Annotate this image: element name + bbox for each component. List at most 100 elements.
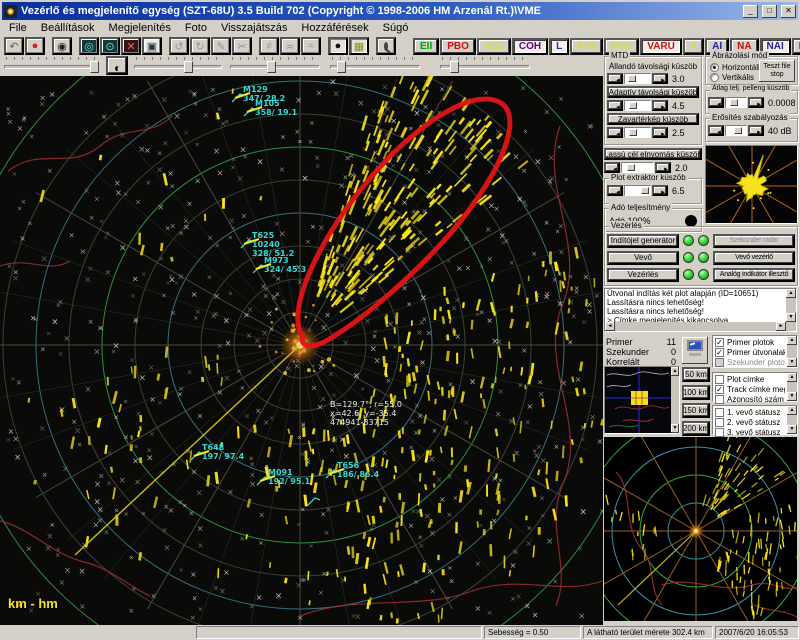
checkbox-azonos-t-sz-m[interactable]: Azonosító szám (715, 394, 785, 404)
slider-thumb[interactable] (730, 99, 738, 106)
scroll-up-icon[interactable]: ▲ (671, 367, 679, 376)
camera-icon[interactable]: ◉ (52, 37, 72, 55)
control-right-button-1[interactable]: Vevő vezérlő (713, 251, 795, 265)
cluttermap-threshold-slider[interactable]: ◄►2.5 (607, 126, 699, 139)
titlebar[interactable]: Vezérlő és megjelenítő egység (SZT-68U) … (2, 2, 798, 20)
video-slider-0[interactable] (4, 56, 98, 76)
log-hscrollbar[interactable]: ◄ ► (605, 322, 786, 331)
slider-track[interactable] (725, 97, 747, 108)
slider-track[interactable] (725, 125, 747, 136)
radar-display[interactable]: ××××××××××××××××××××××××××××××××××××××××… (0, 76, 603, 625)
scroll-down-icon[interactable]: ▼ (787, 358, 797, 367)
radio-vertical-dot[interactable] (710, 73, 719, 82)
scroll-up-icon[interactable]: ▲ (786, 289, 796, 298)
avg-power-threshold-slider[interactable]: ◄►0.0008 (708, 96, 795, 109)
control-left-button-0[interactable]: Indítójel generátor (607, 234, 679, 248)
video-slider-4[interactable] (330, 56, 420, 76)
window-icon[interactable]: ▣ (142, 37, 162, 55)
slider-thumb[interactable] (734, 127, 742, 134)
arrow-right-icon[interactable]: ► (748, 125, 764, 136)
magnifier-icon[interactable] (376, 37, 396, 55)
mode-button-pbo[interactable]: PBO (440, 38, 476, 55)
track-split-icon[interactable]: ≠ (259, 37, 279, 55)
scroll-down-icon[interactable]: ▼ (787, 425, 797, 434)
mode-button-asz[interactable]: ASZ (477, 38, 511, 55)
log-vscrollbar[interactable]: ▲ ▼ (786, 289, 796, 331)
menu-item-megjelenítés[interactable]: Megjelenítés (102, 21, 178, 35)
arrow-left-icon[interactable]: ◄ (708, 97, 724, 108)
video-slider-2[interactable] (134, 56, 222, 76)
arrow-left-icon[interactable]: ◄ (607, 73, 623, 84)
range-button-200km[interactable]: 200 km (682, 421, 710, 436)
checkbox-box[interactable]: ✓ (715, 338, 724, 347)
event-log[interactable]: Útvonal indítás két plot alapján (ID=106… (604, 288, 797, 332)
track-merge-icon[interactable]: ≍ (280, 37, 300, 55)
const-range-threshold-slider[interactable]: ◄►3.0 (607, 72, 699, 85)
slider-thumb[interactable] (450, 61, 459, 73)
arrow-left-icon[interactable]: ◄ (607, 100, 623, 111)
slider-track[interactable] (624, 100, 651, 111)
track-link-icon[interactable]: ≈ (301, 37, 321, 55)
map-overview[interactable]: ▲ ▼ (604, 366, 680, 434)
checkbox-box[interactable]: ✓ (715, 348, 724, 357)
scroll-down-icon[interactable]: ▼ (787, 392, 797, 401)
checkbox-primer-plotok[interactable]: ✓Primer plotok (715, 337, 785, 347)
checkbox-primer-tvonalak[interactable]: ✓Primer útvonalak (715, 347, 785, 357)
checkbox-box[interactable] (715, 395, 724, 404)
checkbox-box[interactable] (715, 418, 724, 427)
list-scrollbar[interactable]: ▲▼ (787, 336, 797, 367)
contrast-button[interactable]: ◐ (106, 56, 128, 75)
video-slider-3[interactable] (230, 56, 320, 76)
mini-radar-display[interactable] (604, 437, 797, 621)
route-edit-icon[interactable]: ✎ (211, 37, 231, 55)
menu-item-file[interactable]: File (2, 21, 34, 35)
map-scrollbar[interactable]: ▲ ▼ (671, 367, 679, 433)
arrow-right-icon[interactable]: ► (652, 100, 668, 111)
slider-thumb[interactable] (90, 61, 99, 73)
slider-track[interactable] (624, 73, 651, 84)
range-button-50km[interactable]: 50 km (682, 367, 710, 382)
mode-button-prm[interactable]: PrM (570, 38, 603, 55)
scope-b-icon[interactable]: ⊙ (100, 37, 120, 55)
arrow-right-icon[interactable]: ► (748, 97, 764, 108)
mode-button-coh[interactable]: COH (512, 38, 548, 55)
slider-track[interactable] (624, 185, 651, 196)
checkbox-box[interactable] (715, 408, 724, 417)
menu-item-beállítások[interactable]: Beállítások (34, 21, 102, 35)
radio-horizontal-dot[interactable] (710, 63, 719, 72)
ppi-icon[interactable]: ● (328, 37, 348, 55)
slider-thumb[interactable] (629, 102, 637, 109)
scroll-left-icon[interactable]: ◄ (605, 322, 615, 331)
adaptive-range-threshold-slider[interactable]: ◄►4.5 (607, 99, 699, 112)
mode-button-l[interactable]: L (549, 38, 569, 55)
gain-control-slider[interactable]: ◄►40 dB (708, 124, 795, 137)
slider-thumb[interactable] (337, 61, 346, 73)
radio-vertical[interactable]: Vertikális (710, 72, 764, 82)
close-button[interactable]: ✕ (781, 5, 796, 18)
control-left-button-1[interactable]: Vevő (607, 251, 679, 265)
arrow-right-icon[interactable]: ► (652, 185, 668, 196)
grid-icon[interactable]: ▦ (349, 37, 369, 55)
minimize-button[interactable]: _ (743, 5, 758, 18)
menu-item-visszajátszás[interactable]: Visszajátszás (214, 21, 294, 35)
checkbox-box[interactable] (715, 358, 724, 367)
arrow-right-icon[interactable]: ► (655, 162, 671, 173)
radar-scope[interactable]: ××××××××××××××××××××××××××××××××××××××××… (0, 76, 603, 625)
slow-target-threshold-button[interactable]: Lassú cél elnyomás küszöb (604, 148, 702, 160)
scroll-down-icon[interactable]: ▼ (786, 313, 796, 322)
workstation-button[interactable] (682, 337, 708, 364)
list-scrollbar[interactable]: ▲▼ (787, 373, 797, 401)
range-button-100km[interactable]: 100 km (682, 385, 710, 400)
checkbox-3-vev-st-tusz[interactable]: 3. vevő státusz (715, 427, 785, 437)
menu-item-súgó[interactable]: Súgó (376, 21, 416, 35)
checkbox-track-c-mke-megjel-[interactable]: ✓Track címke megjel. (715, 384, 785, 394)
slider-thumb[interactable] (628, 75, 636, 82)
rotate-left-icon[interactable]: ↺ (169, 37, 189, 55)
route-cut-icon[interactable]: ✂ (232, 37, 252, 55)
maximize-button[interactable]: □ (762, 5, 777, 18)
checkbox-2-vev-st-tusz[interactable]: 2. vevő státusz (715, 417, 785, 427)
arrow-left-icon[interactable]: ◄ (607, 185, 623, 196)
menu-item-foto[interactable]: Foto (178, 21, 214, 35)
mode-button-eii[interactable]: EII (413, 38, 439, 55)
scroll-down-icon[interactable]: ▼ (671, 424, 679, 433)
